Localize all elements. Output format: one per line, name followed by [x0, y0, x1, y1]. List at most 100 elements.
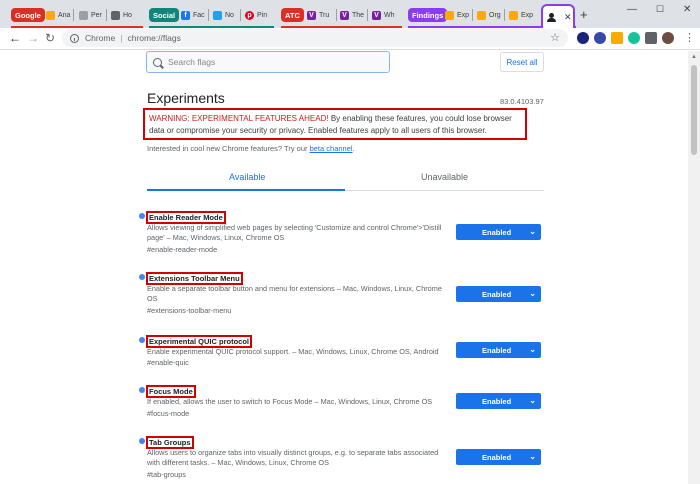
- tab-exp-2[interactable]: Exp: [509, 6, 539, 24]
- flag-state-select[interactable]: Enabled ⌄: [456, 449, 541, 465]
- flag-description: Enable experimental QUIC protocol suppor…: [147, 347, 439, 356]
- flag-state-value: Enabled: [482, 227, 512, 237]
- flag-hash-link[interactable]: #enable-quic: [147, 358, 189, 367]
- flag-hash-link[interactable]: #tab-groups: [147, 470, 186, 479]
- new-tab-icon[interactable]: +: [580, 7, 588, 22]
- flag-description: Allows viewing of simplified web pages b…: [147, 223, 442, 242]
- flag-description: If enabled, allows the user to switch to…: [147, 397, 433, 406]
- bookmark-star-icon[interactable]: ☆: [550, 31, 560, 44]
- extension-icon-2[interactable]: [594, 32, 606, 44]
- tab-separator: [367, 9, 368, 21]
- flag-state-select[interactable]: Enabled ⌄: [456, 342, 541, 358]
- omnibox-url: chrome://flags: [127, 33, 181, 43]
- scroll-up-icon[interactable]: ▲: [691, 54, 697, 60]
- tab-label: Wh: [384, 11, 395, 19]
- tab-label: Org: [489, 11, 501, 19]
- tab-facebook[interactable]: f Fac: [181, 6, 209, 24]
- tab-org[interactable]: Org: [477, 6, 505, 24]
- tab-label: Fac: [193, 11, 205, 19]
- v-icon: V: [307, 10, 316, 20]
- tab-separator: [240, 9, 241, 21]
- tab-the[interactable]: V The: [340, 6, 368, 24]
- tab-group-google[interactable]: Google: [11, 8, 45, 22]
- version-label: 83.0.4103.97: [500, 97, 544, 106]
- tab-hootsuite[interactable]: Ho: [111, 6, 141, 24]
- close-tab-icon[interactable]: ✕: [564, 12, 572, 23]
- flags-tabs: Available Unavailable: [147, 166, 544, 191]
- tab-group-findings[interactable]: Findings: [408, 8, 448, 22]
- active-tab[interactable]: ✕: [541, 4, 575, 28]
- search-flags-input[interactable]: Search flags: [146, 51, 390, 73]
- warning-box: WARNING: EXPERIMENTAL FEATURES AHEAD! By…: [143, 108, 527, 140]
- site-info-icon[interactable]: [70, 33, 79, 43]
- close-window-icon[interactable]: ✕: [683, 4, 691, 15]
- tab-tru[interactable]: V Tru: [307, 6, 337, 24]
- tab-separator: [336, 9, 337, 21]
- tab-analytics[interactable]: Ana: [46, 6, 74, 24]
- page-scrollbar[interactable]: ▲: [688, 51, 700, 484]
- reset-all-button[interactable]: Reset all: [500, 52, 544, 72]
- toolbar: ← → ↻ Chrome | chrome://flags ☆ ⋮: [0, 28, 700, 50]
- minimize-icon[interactable]: —: [627, 4, 637, 15]
- search-icon: [153, 57, 162, 67]
- chevron-down-icon: ⌄: [529, 345, 536, 354]
- tab-separator: [504, 9, 505, 21]
- tab-label: Exp: [457, 11, 470, 19]
- scrollbar-thumb[interactable]: [691, 65, 697, 155]
- extensions-puzzle-icon[interactable]: [645, 32, 657, 44]
- beta-promo: Interested in cool new Chrome features? …: [147, 144, 355, 153]
- omnibox-scheme: Chrome: [85, 33, 116, 43]
- bulb-icon: [79, 10, 88, 20]
- twitter-icon: [213, 10, 222, 20]
- v-icon: V: [372, 10, 381, 20]
- extension-icon-3[interactable]: [611, 32, 623, 44]
- flag-state-select[interactable]: Enabled ⌄: [456, 286, 541, 302]
- forward-icon[interactable]: →: [27, 31, 39, 45]
- extension-icon-1[interactable]: [577, 32, 589, 44]
- back-icon[interactable]: ←: [9, 31, 21, 45]
- grammarly-icon[interactable]: [628, 32, 640, 44]
- tab-per[interactable]: Per: [79, 6, 107, 24]
- tab-exp-1[interactable]: Exp: [445, 6, 473, 24]
- analytics-icon: [46, 10, 55, 20]
- flag-state-value: Enabled: [482, 289, 512, 299]
- tab-wh[interactable]: V Wh: [372, 6, 400, 24]
- flag-hash-link[interactable]: #extensions-toolbar-menu: [147, 306, 231, 315]
- flag-state-select[interactable]: Enabled ⌄: [456, 393, 541, 409]
- tab-strip: Google Ana Per Ho Social f Fac No p Pin …: [0, 0, 700, 28]
- chevron-down-icon: ⌄: [529, 227, 536, 236]
- maximize-icon[interactable]: ☐: [656, 4, 664, 15]
- flask-icon: [509, 10, 518, 20]
- flag-hash-link[interactable]: #enable-reader-mode: [147, 245, 217, 254]
- tab-separator: [472, 9, 473, 21]
- flag-state-value: Enabled: [482, 452, 512, 462]
- tab-pinterest[interactable]: p Pin: [245, 6, 273, 24]
- menu-kebab-icon[interactable]: ⋮: [684, 31, 695, 44]
- tab-label: Tru: [319, 11, 330, 19]
- active-tab-indicator: [147, 189, 345, 191]
- tab-group-social[interactable]: Social: [149, 8, 180, 22]
- flag-description: Allows users to organize tabs into visua…: [147, 448, 439, 467]
- tab-available[interactable]: Available: [229, 172, 265, 182]
- tab-unavailable[interactable]: Unavailable: [421, 172, 468, 182]
- tab-label: Ho: [123, 11, 132, 19]
- beta-channel-link[interactable]: beta channel: [310, 144, 353, 153]
- flag-modified-dot: [139, 213, 145, 219]
- profile-avatar[interactable]: [662, 32, 674, 44]
- flag-state-select[interactable]: Enabled ⌄: [456, 224, 541, 240]
- flag-hash-link[interactable]: #focus-mode: [147, 409, 189, 418]
- facebook-icon: f: [181, 10, 190, 20]
- page-title: Experiments: [147, 90, 225, 106]
- chevron-down-icon: ⌄: [529, 452, 536, 461]
- tab-label: Exp: [521, 11, 534, 19]
- tab-group-atc[interactable]: ATC: [281, 8, 304, 22]
- flag-modified-dot: [139, 438, 145, 444]
- omnibox[interactable]: Chrome | chrome://flags ☆: [62, 29, 568, 47]
- chevron-down-icon: ⌄: [529, 289, 536, 298]
- reload-icon[interactable]: ↻: [45, 31, 55, 45]
- tab-label: Per: [91, 11, 102, 19]
- browser-window: Google Ana Per Ho Social f Fac No p Pin …: [0, 0, 700, 484]
- flask-icon: [445, 10, 454, 20]
- tab-twitter[interactable]: No: [213, 6, 241, 24]
- v-icon: V: [340, 10, 349, 20]
